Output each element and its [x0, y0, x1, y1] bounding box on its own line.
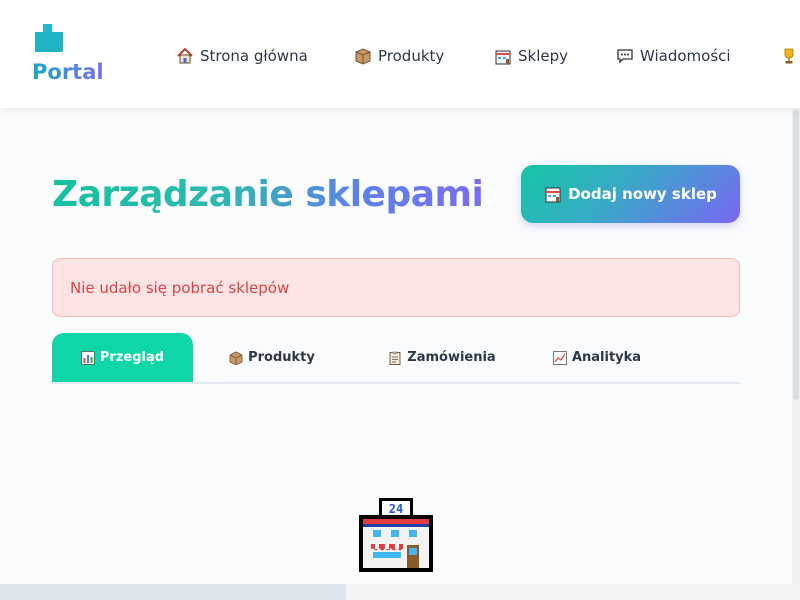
tab-label: Produkty — [248, 350, 315, 365]
bar-chart-icon — [81, 350, 95, 365]
brand-logo[interactable]: Portal — [32, 22, 122, 92]
brand-name: Portal — [32, 60, 104, 84]
line-chart-icon — [553, 350, 567, 365]
trophy-icon — [780, 47, 798, 65]
page-title: Zarządzanie sklepami — [52, 174, 484, 215]
tab-analytics[interactable]: Analityka — [542, 333, 652, 382]
nav-label: Strona główna — [200, 47, 308, 65]
add-store-button[interactable]: Dodaj nowy sklep — [521, 165, 740, 223]
nav-label: Sklepy — [518, 47, 569, 65]
error-alert: Nie udało się pobrać sklepów — [52, 258, 740, 317]
add-store-label: Dodaj nowy sklep — [568, 185, 717, 203]
nav-item-messages[interactable]: Wiadomości — [616, 44, 731, 68]
convenience-store-icon: 24 — [359, 498, 433, 572]
main-content: Zarządzanie sklepami Dodaj nowy sklep Ni… — [0, 108, 792, 584]
clipboard-icon — [388, 351, 402, 365]
nav-label: Produkty — [378, 47, 445, 65]
horizontal-scrollbar[interactable] — [0, 584, 800, 600]
speech-bubble-icon — [616, 47, 634, 65]
nav-item-home[interactable]: Strona główna — [176, 44, 308, 68]
top-navbar: Portal Strona główna Produkty Sklepy Wia… — [0, 0, 800, 108]
tab-orders[interactable]: Zamówienia — [372, 333, 512, 382]
tab-label: Przegląd — [99, 350, 165, 365]
package-icon — [229, 351, 243, 365]
vertical-scrollbar-thumb[interactable] — [793, 110, 799, 400]
tab-label: Zamówienia — [407, 350, 496, 365]
horizontal-scrollbar-thumb[interactable] — [0, 584, 346, 600]
house-icon — [176, 47, 194, 65]
nav-item-stores[interactable]: Sklepy — [494, 44, 568, 68]
package-icon — [354, 47, 372, 65]
tab-bar: Przegląd Produkty Zamówienia Analityka — [52, 333, 740, 384]
nav-item-products[interactable]: Produkty — [354, 44, 444, 68]
store-icon — [544, 185, 562, 203]
tab-products[interactable]: Produkty — [212, 333, 332, 382]
error-message: Nie udało się pobrać sklepów — [70, 278, 290, 297]
nav-label: Wiadomości — [640, 47, 731, 65]
tab-label: Analityka — [571, 350, 642, 365]
store-icon — [494, 47, 512, 65]
nav-item-trophy[interactable] — [780, 44, 800, 68]
store-sign-text: 24 — [389, 502, 403, 516]
tab-overview[interactable]: Przegląd — [52, 333, 193, 382]
logo-icon — [35, 24, 63, 52]
